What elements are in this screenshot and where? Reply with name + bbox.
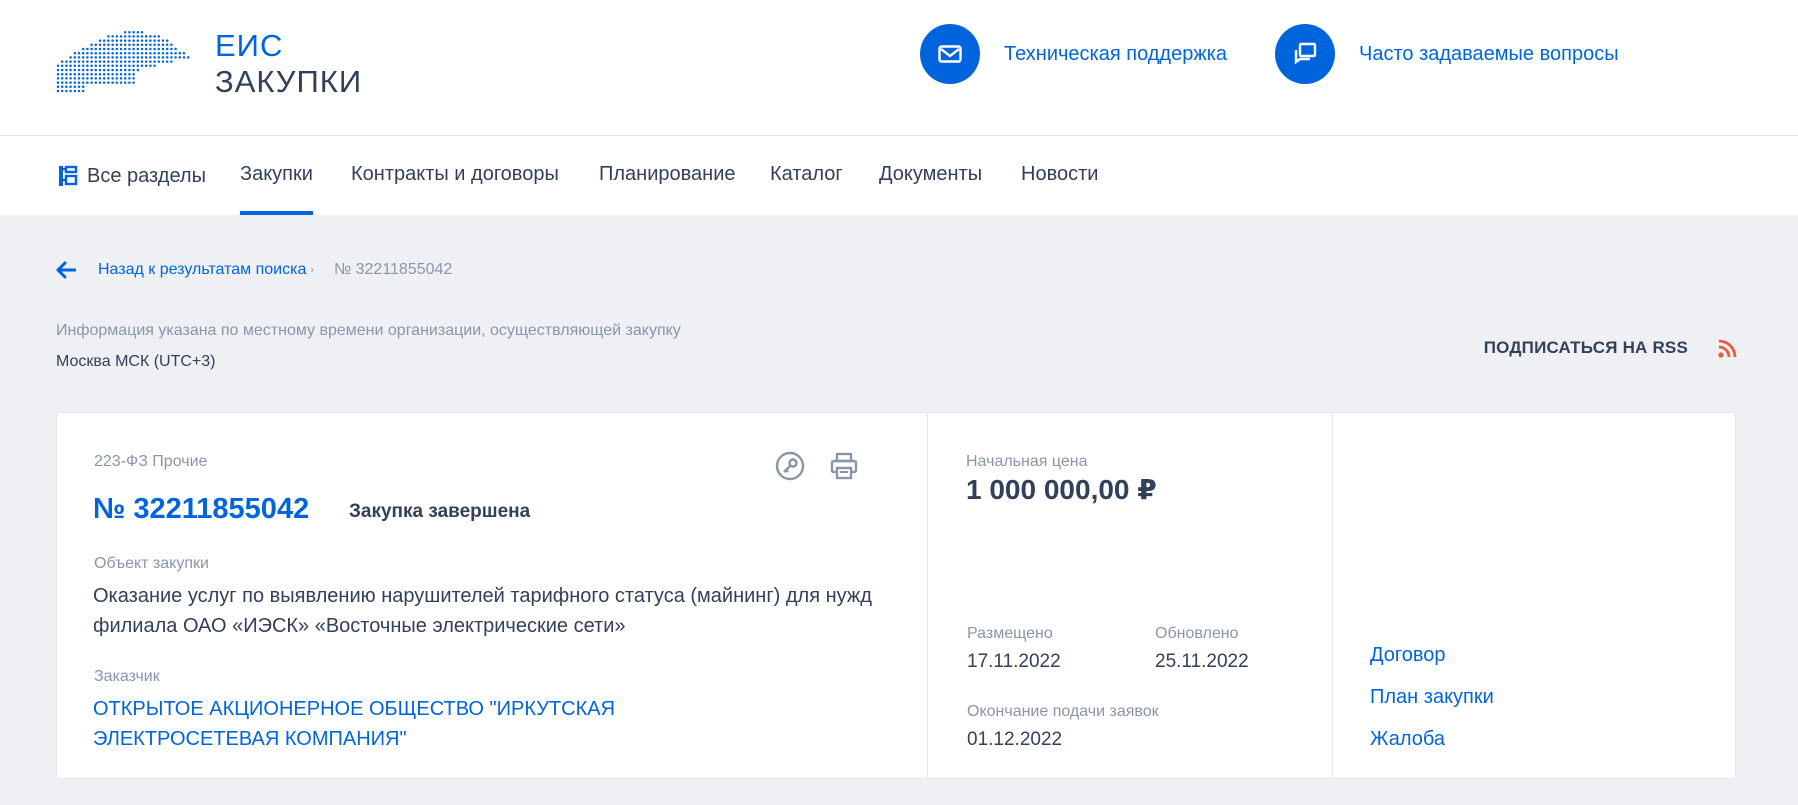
complaint-link[interactable]: Жалоба — [1370, 728, 1445, 751]
price-label: Начальная цена — [966, 453, 1088, 470]
support-link[interactable]: Техническая поддержка — [920, 24, 1227, 84]
rss-icon — [1718, 339, 1737, 358]
nav-documents[interactable]: Документы — [879, 136, 982, 215]
eis-logo[interactable]: ЕИС ЗАКУПКИ — [56, 24, 366, 104]
print-icon[interactable] — [828, 450, 860, 482]
nav-planning[interactable]: Планирование — [599, 136, 736, 215]
timezone-note: Информация указана по местному времени о… — [56, 322, 681, 339]
nav-purchases[interactable]: Закупки — [240, 136, 313, 215]
breadcrumb-separator: › — [310, 264, 315, 276]
object-label: Объект закупки — [94, 555, 209, 572]
posted-date: 17.11.2022 — [967, 651, 1061, 672]
posted-label: Размещено — [967, 625, 1053, 642]
updated-date: 25.11.2022 — [1155, 651, 1249, 672]
contract-link[interactable]: Договор — [1370, 644, 1446, 667]
arrow-left-icon[interactable] — [56, 261, 76, 279]
logo-text: ЕИС ЗАКУПКИ — [215, 28, 362, 100]
nav-news[interactable]: Новости — [1021, 136, 1098, 215]
column-divider — [927, 413, 928, 778]
main-nav: Все разделы Закупки Контракты и договоры… — [0, 136, 1798, 215]
key-icon[interactable] — [774, 450, 806, 482]
nav-all-sections-label: Все разделы — [87, 164, 206, 187]
russia-map-icon — [56, 30, 190, 93]
top-header: ЕИС ЗАКУПКИ Техническая поддержка Часто … — [0, 0, 1798, 136]
faq-label: Часто задаваемые вопросы — [1359, 42, 1619, 65]
law-type: 223-ФЗ Прочие — [94, 453, 208, 470]
support-label: Техническая поддержка — [1004, 42, 1228, 65]
updated-label: Обновлено — [1155, 625, 1239, 642]
nav-catalog[interactable]: Каталог — [770, 136, 843, 215]
sections-icon — [59, 165, 78, 186]
purchase-number[interactable]: № 32211855042 — [93, 493, 309, 526]
logo-line-1: ЕИС — [215, 28, 284, 63]
nav-all-sections[interactable]: Все разделы — [58, 136, 206, 215]
purchase-plan-link[interactable]: План закупки — [1370, 686, 1494, 709]
rss-subscribe[interactable]: ПОДПИСАТЬСЯ НА RSS — [1484, 338, 1737, 358]
faq-link[interactable]: Часто задаваемые вопросы — [1275, 24, 1619, 84]
status-badge: Закупка завершена — [349, 501, 531, 522]
nav-contracts[interactable]: Контракты и договоры — [351, 136, 559, 215]
faq-icon — [1275, 24, 1335, 84]
logo-line-2: ЗАКУПКИ — [215, 64, 363, 99]
breadcrumb-current: № 32211855042 — [334, 261, 453, 278]
customer-label: Заказчик — [94, 668, 160, 685]
deadline-label: Окончание подачи заявок — [967, 703, 1159, 720]
purchase-card: 223-ФЗ Прочие № 32211855042 Закупка заве… — [56, 412, 1736, 779]
breadcrumb: Назад к результатам поиска › № 322118550… — [56, 258, 452, 282]
price-value: 1 000 000,00 ₽ — [966, 474, 1157, 505]
mail-icon — [920, 24, 980, 84]
deadline-date: 01.12.2022 — [967, 729, 1063, 750]
customer-link[interactable]: ОТКРЫТОЕ АКЦИОНЕРНОЕ ОБЩЕСТВО "ИРКУТСКАЯ… — [93, 694, 793, 754]
object-text: Оказание услуг по выявлению нарушителей … — [93, 585, 872, 637]
back-to-search-link[interactable]: Назад к результатам поиска — [98, 261, 306, 279]
timezone-value: Москва МСК (UTC+3) — [56, 353, 216, 370]
rss-label: ПОДПИСАТЬСЯ НА RSS — [1483, 338, 1688, 357]
column-divider — [1332, 413, 1333, 778]
